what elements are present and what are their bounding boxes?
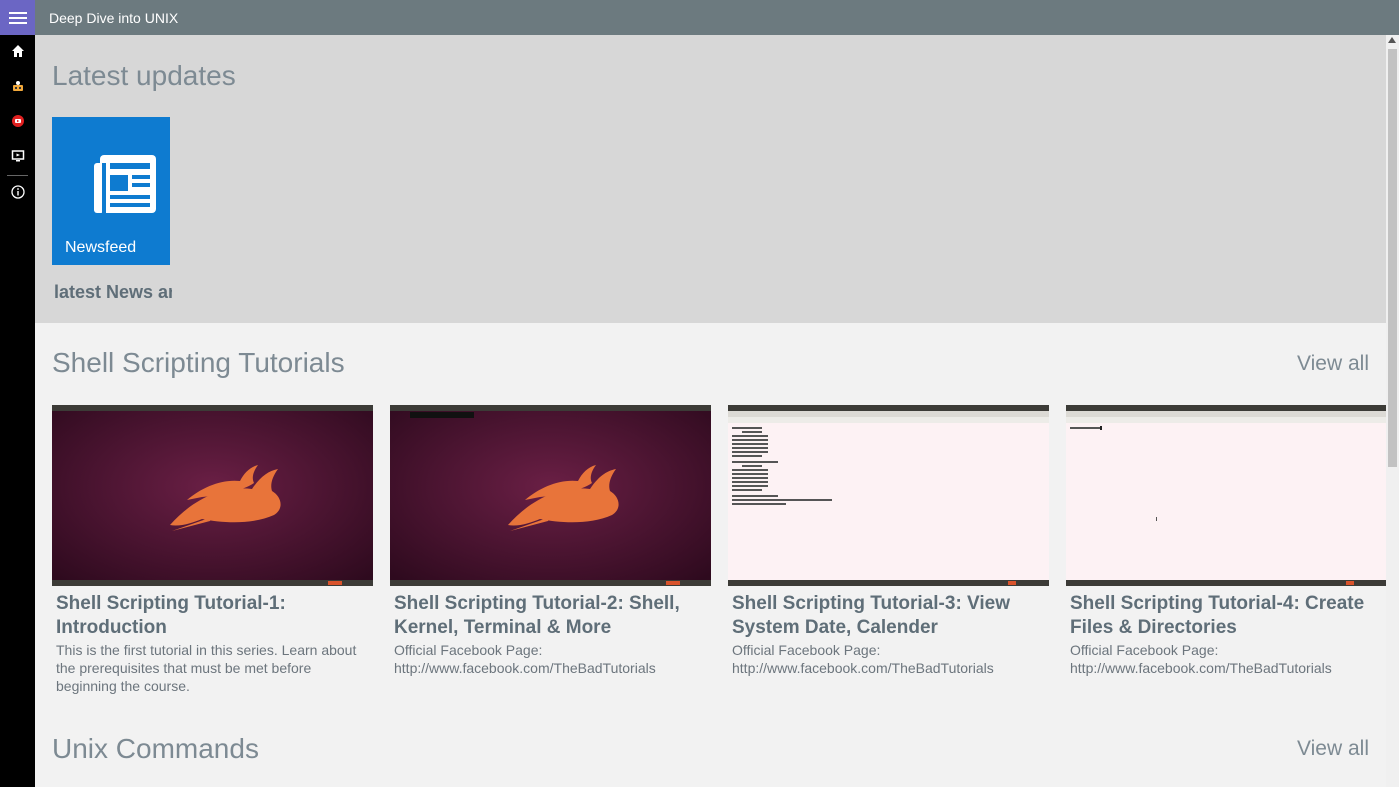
ubuntu-desktop-thumbnail <box>390 405 711 586</box>
terminal-calendar-thumbnail <box>728 405 1049 586</box>
tutorial-thumbnail <box>728 405 1049 586</box>
vertical-scrollbar[interactable] <box>1386 35 1399 787</box>
sidebar-item-video[interactable] <box>0 140 35 172</box>
scroll-up-arrow-icon[interactable] <box>1388 37 1396 43</box>
tutorial-title: Shell Scripting Tutorial-1: Introduction <box>56 593 286 638</box>
latest-updates-heading: Latest updates <box>52 60 236 91</box>
shell-view-all-link[interactable]: View all <box>1297 351 1369 377</box>
sidebar-item-youtube[interactable] <box>0 105 35 137</box>
hamburger-menu-button[interactable] <box>0 0 35 35</box>
sidebar-item-toy[interactable] <box>0 70 35 102</box>
newspaper-icon <box>94 155 156 213</box>
tutorial-description: Official Facebook Page: http://www.faceb… <box>1070 642 1332 676</box>
youtube-icon <box>11 115 24 127</box>
sidebar <box>0 35 35 787</box>
monitor-icon <box>11 150 24 162</box>
title-bar: Deep Dive into UNIX <box>0 0 1399 35</box>
tutorial-description: Official Facebook Page: http://www.faceb… <box>732 642 994 676</box>
main-content: Latest updates Newsfeed latest News and … <box>35 35 1386 787</box>
tutorial-thumbnail <box>52 405 373 586</box>
menu-line <box>8 21 27 24</box>
sidebar-item-home[interactable] <box>0 35 35 67</box>
home-icon <box>11 45 24 57</box>
unix-view-all-link[interactable]: View all <box>1297 736 1369 762</box>
info-icon <box>10 185 25 199</box>
newsfeed-tile-label: Newsfeed <box>65 239 137 256</box>
menu-line <box>8 16 27 19</box>
tutorial-card[interactable]: Shell Scripting Tutorial-3: View System … <box>728 405 1049 677</box>
tutorial-title: Shell Scripting Tutorial-3: View System … <box>732 593 1011 638</box>
terminal-empty-thumbnail <box>1066 405 1386 586</box>
tutorial-card[interactable]: Shell Scripting Tutorial-4: Create Files… <box>1066 405 1386 677</box>
scrollbar-thumb[interactable] <box>1388 49 1397 467</box>
tutorial-card[interactable]: Shell Scripting Tutorial-1: Introduction… <box>52 405 373 695</box>
toy-icon <box>12 81 23 91</box>
tutorial-title: Shell Scripting Tutorial-2: Shell, Kerne… <box>394 593 680 638</box>
tutorial-thumbnail <box>1066 405 1386 586</box>
tutorial-card[interactable]: Shell Scripting Tutorial-2: Shell, Kerne… <box>390 405 711 677</box>
ubuntu-desktop-thumbnail <box>52 405 373 586</box>
latest-updates-section: Latest updates Newsfeed latest News and <box>35 35 1386 323</box>
app-title: Deep Dive into UNIX <box>49 10 179 26</box>
menu-line <box>8 11 27 14</box>
tutorial-description: This is the first tutorial in this serie… <box>56 642 357 694</box>
sidebar-item-about[interactable] <box>0 176 35 208</box>
tutorial-title: Shell Scripting Tutorial-4: Create Files… <box>1070 593 1365 638</box>
tutorial-description: Official Facebook Page: http://www.faceb… <box>394 642 656 676</box>
unix-commands-heading: Unix Commands <box>52 733 259 764</box>
tutorial-thumbnail <box>390 405 711 586</box>
newsfeed-caption: latest News and <box>54 282 172 302</box>
shell-tutorials-heading: Shell Scripting Tutorials <box>52 347 345 378</box>
newsfeed-tile[interactable]: Newsfeed <box>52 117 170 265</box>
